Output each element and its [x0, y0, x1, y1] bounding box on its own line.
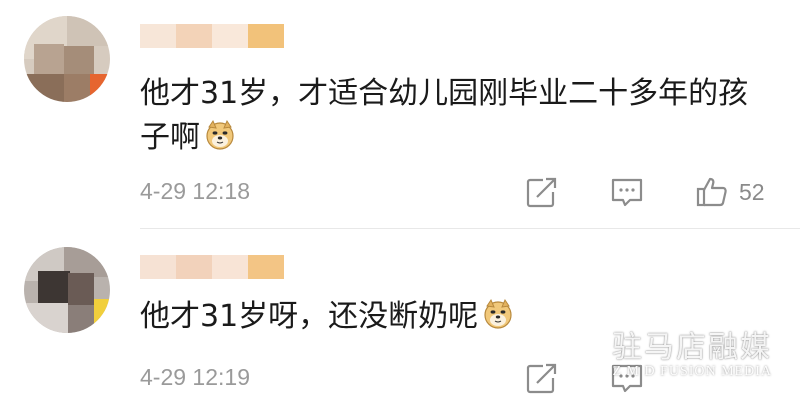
- comment-item: 他才31岁，才适合幼儿园刚毕业二十多年的孩子啊 4-29 12:18 52: [0, 0, 800, 228]
- doge-emoji-icon: [484, 298, 512, 329]
- username-blurred[interactable]: [140, 24, 285, 48]
- like-count: 52: [739, 178, 765, 205]
- comment-text: 他才31岁呀，还没断奶呢: [140, 295, 760, 339]
- timestamp: 4-29 12:18: [140, 178, 250, 204]
- share-button[interactable]: [525, 176, 559, 208]
- timestamp: 4-29 12:19: [140, 364, 250, 390]
- thumbs-up-icon: [696, 177, 727, 207]
- username-blurred[interactable]: [140, 255, 285, 279]
- comment-text: 他才31岁，才适合幼儿园刚毕业二十多年的孩子啊: [140, 76, 749, 155]
- comment-icon: [611, 364, 643, 393]
- share-icon: [526, 363, 557, 394]
- reply-button[interactable]: [610, 362, 644, 394]
- like-button[interactable]: 52: [695, 176, 765, 208]
- share-button[interactable]: [525, 362, 559, 394]
- reply-button[interactable]: [610, 176, 644, 208]
- avatar[interactable]: [24, 247, 110, 333]
- comment-meta: 4-29 12:19: [140, 362, 776, 394]
- share-icon: [526, 177, 557, 208]
- comment-icon: [611, 178, 643, 207]
- comment-meta: 4-29 12:18 52: [140, 176, 776, 208]
- comment-item: 他才31岁呀，还没断奶呢 4-29 12:19: [0, 229, 800, 413]
- doge-emoji-icon: [206, 119, 234, 150]
- avatar[interactable]: [24, 16, 110, 102]
